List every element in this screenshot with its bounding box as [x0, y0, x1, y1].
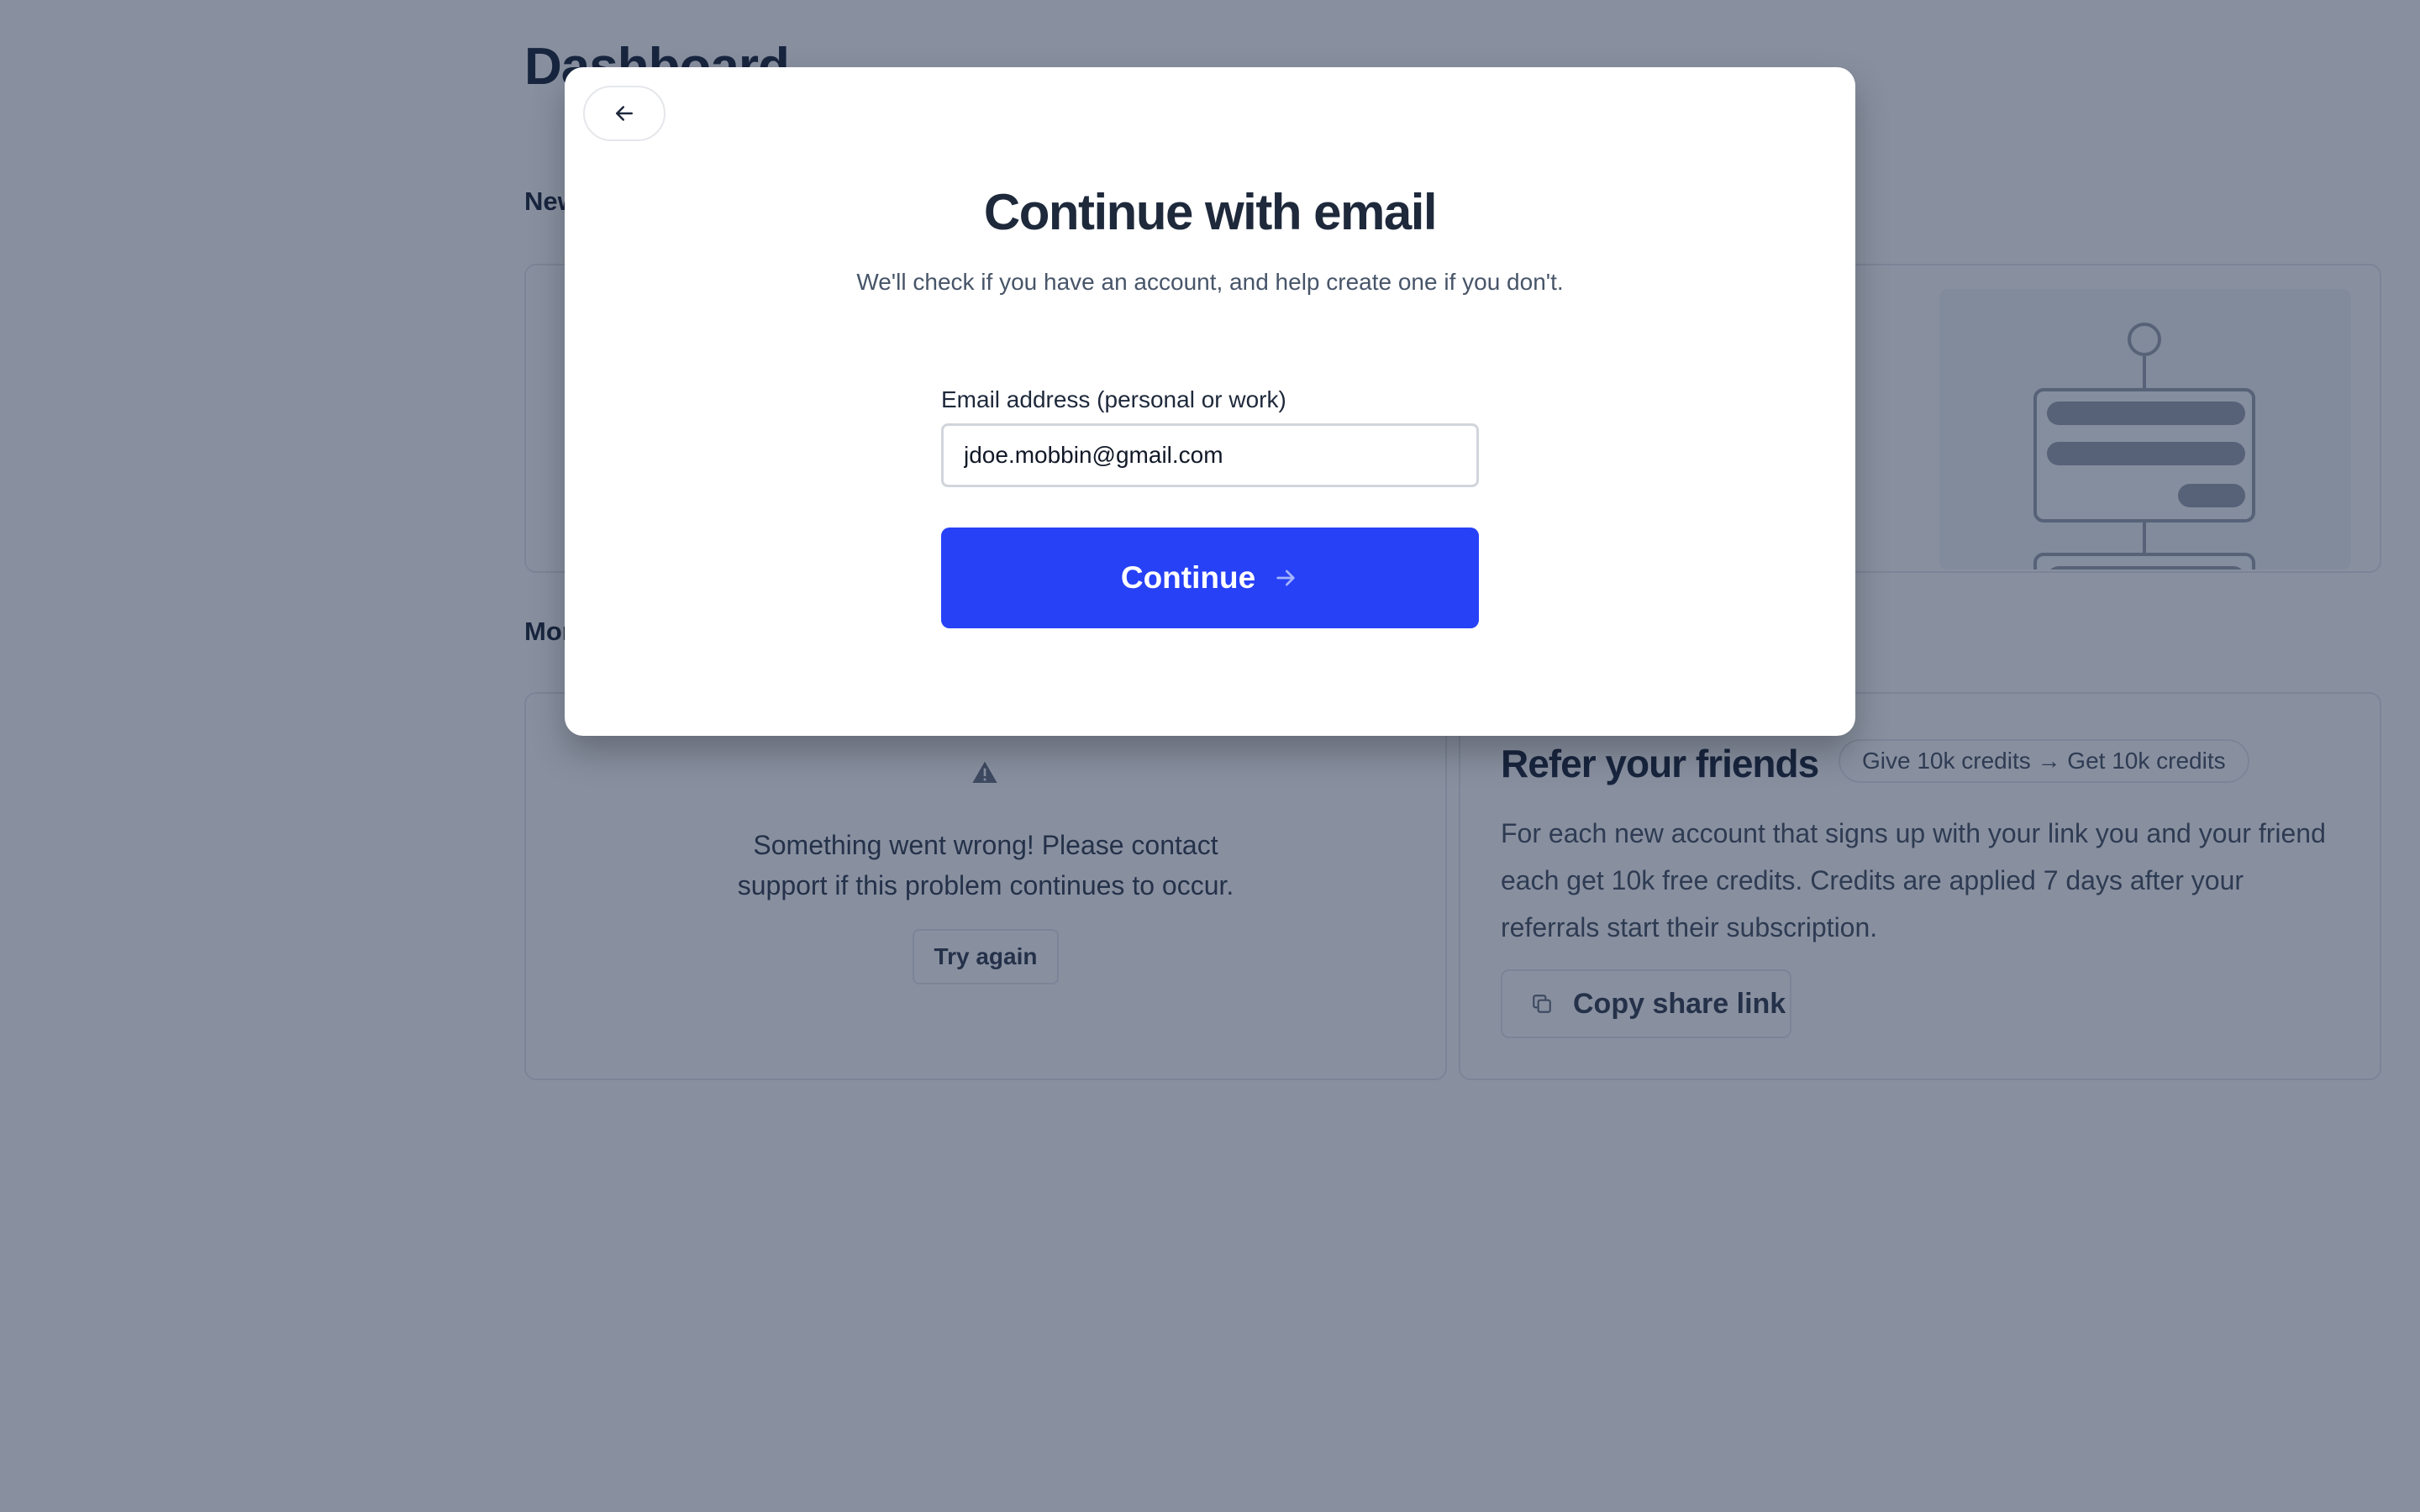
modal-subtitle: We'll check if you have an account, and …: [856, 269, 1564, 295]
modal-title: Continue with email: [983, 184, 1438, 240]
back-button[interactable]: [583, 86, 666, 141]
continue-button[interactable]: Continue: [941, 528, 1479, 628]
continue-with-email-modal: Continue with email We'll check if you h…: [565, 67, 1855, 736]
arrow-left-icon: [616, 106, 633, 121]
email-label: Email address (personal or work): [941, 386, 1286, 412]
email-field[interactable]: [941, 423, 1479, 487]
arrow-right-icon: [1276, 570, 1295, 586]
continue-label: Continue: [1120, 560, 1256, 595]
